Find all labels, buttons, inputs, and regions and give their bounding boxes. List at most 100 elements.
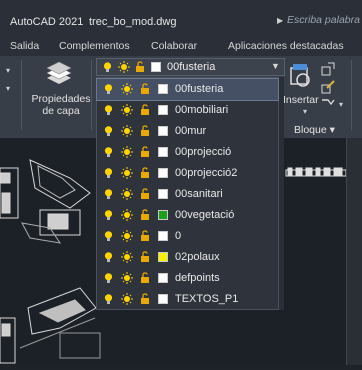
- layer-color-swatch[interactable]: [158, 126, 168, 136]
- layer-color-swatch[interactable]: [158, 294, 168, 304]
- layer-thaw-sun-icon[interactable]: [121, 293, 133, 305]
- layer-on-bulb-icon[interactable]: [104, 126, 113, 136]
- layer-color-swatch[interactable]: [158, 252, 168, 262]
- current-layer-name: 00fusteria: [167, 61, 216, 73]
- edit-block-icon[interactable]: [321, 80, 335, 94]
- layer-name: 00vegetació: [175, 209, 235, 221]
- layer-name: 0: [175, 230, 182, 242]
- layer-name: 00mur: [175, 125, 207, 137]
- layer-thaw-sun-icon[interactable]: [121, 188, 133, 200]
- more-dropdown-icon[interactable]: ▾: [339, 100, 343, 109]
- layer-item[interactable]: defpoints: [97, 268, 278, 289]
- layer-on-bulb-icon[interactable]: [104, 105, 113, 115]
- layer-on-bulb-icon[interactable]: [104, 273, 113, 283]
- layer-unlock-icon[interactable]: [139, 272, 151, 284]
- block-panel-label[interactable]: Bloque ▾: [294, 124, 335, 136]
- insert-dropdown-icon[interactable]: ▾: [303, 107, 307, 116]
- layer-item[interactable]: 00fusteria: [96, 78, 279, 101]
- dropdown-arrow-icon[interactable]: ▼: [271, 61, 280, 71]
- layer-on-bulb-icon[interactable]: [104, 84, 113, 94]
- layer-unlock-icon[interactable]: [139, 146, 151, 158]
- layer-thaw-sun-icon[interactable]: [118, 61, 130, 73]
- ribbon-separator: [21, 60, 22, 130]
- layer-item[interactable]: 00sanitari: [97, 184, 278, 205]
- layer-on-bulb-icon[interactable]: [104, 294, 113, 304]
- layer-item[interactable]: 00vegetació: [97, 205, 278, 226]
- right-panel-strip[interactable]: [346, 138, 362, 365]
- layer-name: TEXTOS_P1: [175, 293, 239, 305]
- search-input[interactable]: Escriba palabra c: [287, 14, 362, 26]
- layer-item[interactable]: 00mur: [97, 121, 278, 142]
- layer-item[interactable]: 0: [97, 226, 278, 247]
- layer-item[interactable]: 00projecció2: [97, 163, 278, 184]
- search-arrow-icon[interactable]: ▶: [277, 16, 283, 25]
- layer-unlock-icon[interactable]: [139, 125, 151, 137]
- layer-unlock-icon[interactable]: [134, 61, 146, 73]
- ribbon-separator: [351, 60, 352, 130]
- layer-thaw-sun-icon[interactable]: [121, 251, 133, 263]
- create-block-icon[interactable]: [321, 62, 335, 76]
- layer-name: 00projecció: [175, 146, 232, 158]
- layer-color-swatch[interactable]: [158, 231, 168, 241]
- title-bar: AutoCAD 2021 trec_bo_mod.dwg ▶ Escriba p…: [0, 0, 362, 36]
- layer-unlock-icon[interactable]: [139, 83, 151, 95]
- layer-color-swatch[interactable]: [158, 210, 168, 220]
- layer-thaw-sun-icon[interactable]: [121, 125, 133, 137]
- layer-on-bulb-icon[interactable]: [104, 168, 113, 178]
- layer-on-bulb-icon[interactable]: [104, 252, 113, 262]
- layer-unlock-icon[interactable]: [139, 209, 151, 221]
- layer-color-swatch[interactable]: [158, 189, 168, 199]
- layer-name: 00mobiliari: [175, 104, 229, 116]
- layer-item[interactable]: 00mobiliari: [97, 100, 278, 121]
- layer-thaw-sun-icon[interactable]: [121, 167, 133, 179]
- layer-color-swatch[interactable]: [158, 273, 168, 283]
- layer-color-swatch[interactable]: [158, 147, 168, 157]
- tab-aplicaciones-destacadas[interactable]: Aplicaciones destacadas: [228, 40, 344, 52]
- collapse-arrow-icon[interactable]: ▾: [6, 66, 10, 75]
- tab-complementos[interactable]: Complementos: [59, 40, 130, 52]
- layer-on-bulb-icon[interactable]: [104, 231, 113, 241]
- block-attribute-icon[interactable]: [321, 98, 335, 110]
- layer-thaw-sun-icon[interactable]: [121, 146, 133, 158]
- layer-thaw-sun-icon[interactable]: [121, 104, 133, 116]
- layer-name: 00fusteria: [175, 83, 224, 95]
- layer-name: 00projecció2: [175, 167, 238, 179]
- app-title: AutoCAD 2021: [10, 16, 84, 28]
- layer-on-bulb-icon[interactable]: [104, 189, 113, 199]
- layer-name: defpoints: [175, 272, 220, 284]
- layer-unlock-icon[interactable]: [139, 293, 151, 305]
- tab-colaborar[interactable]: Colaborar: [151, 40, 197, 52]
- layer-thaw-sun-icon[interactable]: [121, 230, 133, 242]
- layer-on-bulb-icon[interactable]: [104, 210, 113, 220]
- layer-unlock-icon[interactable]: [139, 167, 151, 179]
- insert-block-icon[interactable]: [289, 62, 315, 88]
- layer-color-swatch[interactable]: [151, 62, 161, 72]
- layer-unlock-icon[interactable]: [139, 104, 151, 116]
- layer-dropdown[interactable]: 00fusteria ▼: [96, 58, 285, 76]
- layer-item[interactable]: 02polaux: [97, 247, 278, 268]
- layer-thaw-sun-icon[interactable]: [121, 209, 133, 221]
- layer-list-scrollbar[interactable]: [279, 77, 284, 310]
- layer-dropdown-list: 00fusteria 00mobiliari 00mur 00projecció 00p…: [96, 77, 279, 310]
- layer-name: 02polaux: [175, 251, 220, 263]
- layer-thaw-sun-icon[interactable]: [121, 272, 133, 284]
- layer-item[interactable]: TEXTOS_P1: [97, 289, 278, 310]
- tab-salida[interactable]: Salida: [10, 40, 39, 52]
- file-name: trec_bo_mod.dwg: [89, 16, 177, 28]
- insert-label[interactable]: Insertar: [283, 94, 319, 106]
- collapse-arrow-icon[interactable]: ▾: [6, 84, 10, 93]
- layer-unlock-icon[interactable]: [139, 230, 151, 242]
- layer-name: 00sanitari: [175, 188, 223, 200]
- layer-unlock-icon[interactable]: [139, 188, 151, 200]
- layer-thaw-sun-icon[interactable]: [121, 83, 133, 95]
- layer-on-bulb-icon[interactable]: [103, 62, 112, 73]
- layer-color-swatch[interactable]: [158, 105, 168, 115]
- ribbon-tabs: Salida Complementos Colaborar Aplicacion…: [0, 36, 362, 56]
- layer-item[interactable]: 00projecció: [97, 142, 278, 163]
- layer-properties-label[interactable]: Propiedades de capa: [30, 93, 92, 117]
- layer-properties-icon[interactable]: [45, 60, 73, 88]
- layer-color-swatch[interactable]: [158, 84, 168, 94]
- layer-color-swatch[interactable]: [158, 168, 168, 178]
- layer-unlock-icon[interactable]: [139, 251, 151, 263]
- layer-on-bulb-icon[interactable]: [104, 147, 113, 157]
